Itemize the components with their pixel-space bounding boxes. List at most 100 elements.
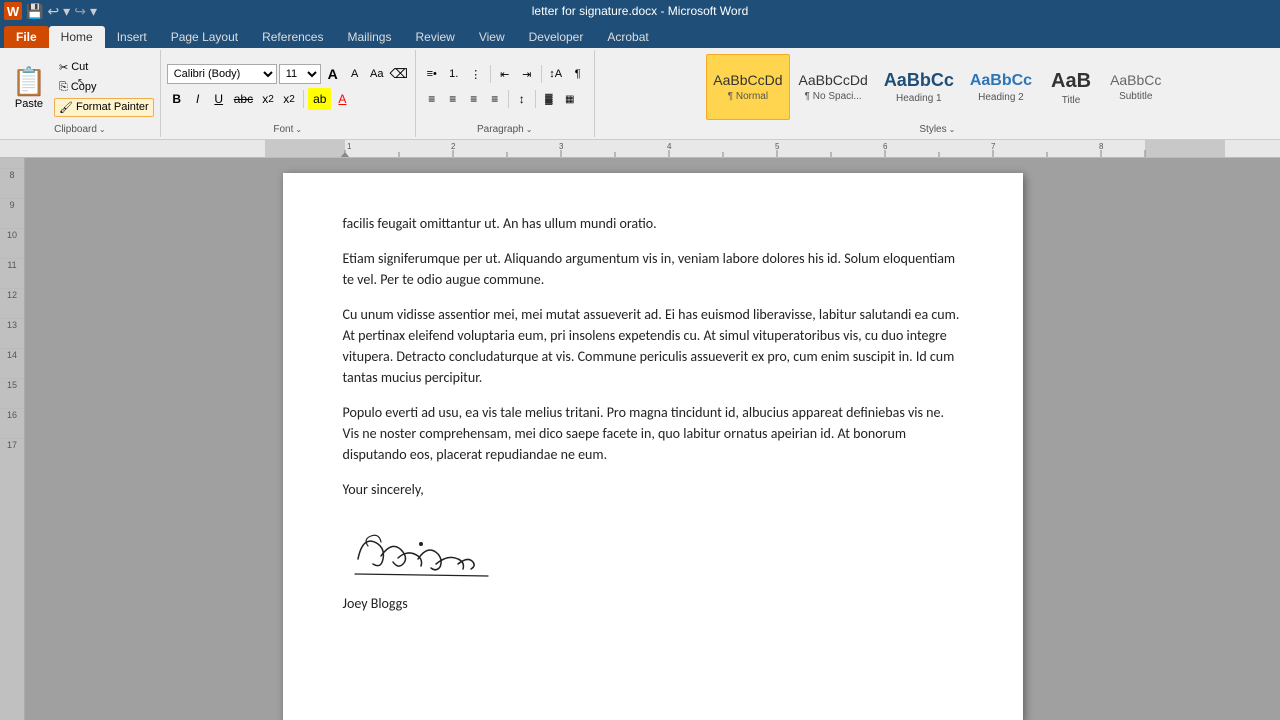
align-left-button[interactable]: ≡ [422,88,442,110]
tab-review[interactable]: Review [403,26,466,48]
style-subtitle-preview: AaBbCc [1110,72,1161,89]
font-name-selector[interactable]: Calibri (Body) [167,64,277,84]
svg-text:2: 2 [451,142,456,151]
style-subtitle-label: Subtitle [1119,91,1152,102]
sep4 [535,90,536,108]
paragraph-3[interactable]: Cu unum vidisse assentior mei, mei mutat… [343,304,963,388]
font-grow-button[interactable]: A [323,64,343,84]
copy-button[interactable]: ⎘ Copy ↖ [54,78,154,97]
paragraph-4[interactable]: Populo everti ad usu, ea vis tale melius… [343,402,963,465]
strikethrough-button[interactable]: abc [230,88,257,110]
decrease-indent-button[interactable]: ⇤ [495,64,515,84]
ruler-num-15: 15 [0,378,24,408]
paragraph-1[interactable]: facilis feugait omittantur ut. An has ul… [343,213,963,234]
clipboard-small-buttons: ✂ Cut ⎘ Copy ↖ 🖌 Format Painter [54,58,154,117]
italic-button[interactable]: I [188,88,208,110]
align-right-button[interactable]: ≡ [464,88,484,110]
tab-home[interactable]: Home [49,26,105,48]
ruler-num-11: 11 [0,258,24,288]
shading-button[interactable]: ▓ [539,88,559,110]
ruler-num-14: 14 [0,348,24,378]
font-color-button[interactable]: A [332,88,352,110]
ruler-num-16: 16 [0,408,24,438]
ribbon-tabs: File Home Insert Page Layout References … [0,22,1280,48]
style-heading1[interactable]: AaBbCc Heading 1 [877,54,961,120]
numbering-button[interactable]: 1. [444,64,464,84]
font-shrink-button[interactable]: A [345,64,365,84]
sep3 [508,90,509,108]
redo-icon[interactable]: ↪ [74,3,86,20]
paragraph-5[interactable]: Your sincerely, [343,479,963,500]
tab-references[interactable]: References [250,26,335,48]
style-subtitle[interactable]: AaBbCc Subtitle [1103,54,1168,120]
font-top-row: Calibri (Body) 11 A A Aa ⌫ [167,64,409,84]
clear-formatting-button[interactable]: ⌫ [389,64,409,84]
signer-name: Joey Bloggs [343,593,963,614]
tab-view[interactable]: View [467,26,517,48]
tab-file[interactable]: File [4,26,49,48]
borders-button[interactable]: ▦ [560,88,580,110]
clipboard-group: 📋 Paste ✂ Cut ⎘ Copy ↖ 🖌 Format Painter [0,50,161,137]
clipboard-content: 📋 Paste ✂ Cut ⎘ Copy ↖ 🖌 Format Painter [6,52,154,122]
change-case-button[interactable]: Aa [367,64,387,84]
subscript-button[interactable]: x2 [258,88,278,110]
align-center-button[interactable]: ≡ [443,88,463,110]
signature-svg [343,514,503,579]
clipboard-expand-icon[interactable]: ⌄ [99,125,106,134]
ruler-num-8: 8 [0,168,24,198]
tab-developer[interactable]: Developer [517,26,596,48]
styles-expand-icon[interactable]: ⌄ [949,125,956,134]
copy-label: Copy [71,81,97,93]
svg-text:4: 4 [667,142,672,151]
paragraph-controls: ≡• 1. ⋮ ⇤ ⇥ ↕A ¶ ≡ ≡ ≡ ≡ ↕ ▓ ▦ [422,52,588,122]
underline-button[interactable]: U [209,88,229,110]
show-formatting-button[interactable]: ¶ [568,64,588,84]
style-title[interactable]: AaB Title [1041,54,1101,120]
style-no-space[interactable]: AaBbCcDd ¶ No Spaci... [792,54,875,120]
paragraph-expand-icon[interactable]: ⌄ [526,125,533,134]
style-h1-label: Heading 1 [896,93,942,104]
clipboard-label: Clipboard ⌄ [54,124,106,135]
bullets-button[interactable]: ≡• [422,64,442,84]
title-bar: W 💾 ↩ ▾ ↪ ▾ letter for signature.docx - … [0,0,1280,22]
bold-button[interactable]: B [167,88,187,110]
svg-text:3: 3 [559,142,564,151]
copy-icon: ⎘ [59,81,68,94]
save-icon[interactable]: 💾 [26,3,43,20]
ruler-num-9: 9 [0,198,24,228]
style-heading2[interactable]: AaBbCc Heading 2 [963,54,1039,120]
undo-dropdown-icon[interactable]: ▾ [63,3,70,20]
font-controls: Calibri (Body) 11 A A Aa ⌫ B I U abc x2 … [167,52,409,122]
ruler-svg: // rendered via inline SVG text below 1 … [265,140,1225,158]
ruler: // rendered via inline SVG text below 1 … [0,140,1280,158]
format-painter-label: Format Painter [76,101,149,113]
tab-acrobat[interactable]: Acrobat [595,26,660,48]
format-painter-button[interactable]: 🖌 Format Painter [54,98,154,117]
cut-button[interactable]: ✂ Cut [54,58,154,77]
customize-icon[interactable]: ▾ [90,3,97,20]
svg-text:1: 1 [347,142,352,151]
left-ruler: 8 9 10 11 12 13 14 15 16 17 [0,158,25,720]
superscript-button[interactable]: x2 [279,88,299,110]
document[interactable]: facilis feugait omittantur ut. An has ul… [283,173,1023,720]
undo-icon[interactable]: ↩ [47,3,59,20]
sort-button[interactable]: ↕A [546,64,566,84]
line-spacing-button[interactable]: ↕ [512,88,532,110]
paste-icon: 📋 [12,65,47,98]
multilevel-button[interactable]: ⋮ [466,64,486,84]
paste-button[interactable]: 📋 Paste [6,56,52,118]
highlight-button[interactable]: ab [308,88,331,110]
document-scroll[interactable]: facilis feugait omittantur ut. An has ul… [25,158,1280,720]
tab-page-layout[interactable]: Page Layout [159,26,250,48]
justify-button[interactable]: ≡ [485,88,505,110]
style-normal[interactable]: AaBbCcDd ¶ Normal [706,54,789,120]
tab-insert[interactable]: Insert [105,26,159,48]
sep1 [490,65,491,83]
tab-mailings[interactable]: Mailings [335,26,403,48]
window-title: letter for signature.docx - Microsoft Wo… [532,4,749,18]
font-expand-icon[interactable]: ⌄ [295,125,302,134]
increase-indent-button[interactable]: ⇥ [517,64,537,84]
paragraph-2[interactable]: Etiam signiferumque per ut. Aliquando ar… [343,248,963,290]
separator [303,90,304,108]
font-size-selector[interactable]: 11 [279,64,321,84]
